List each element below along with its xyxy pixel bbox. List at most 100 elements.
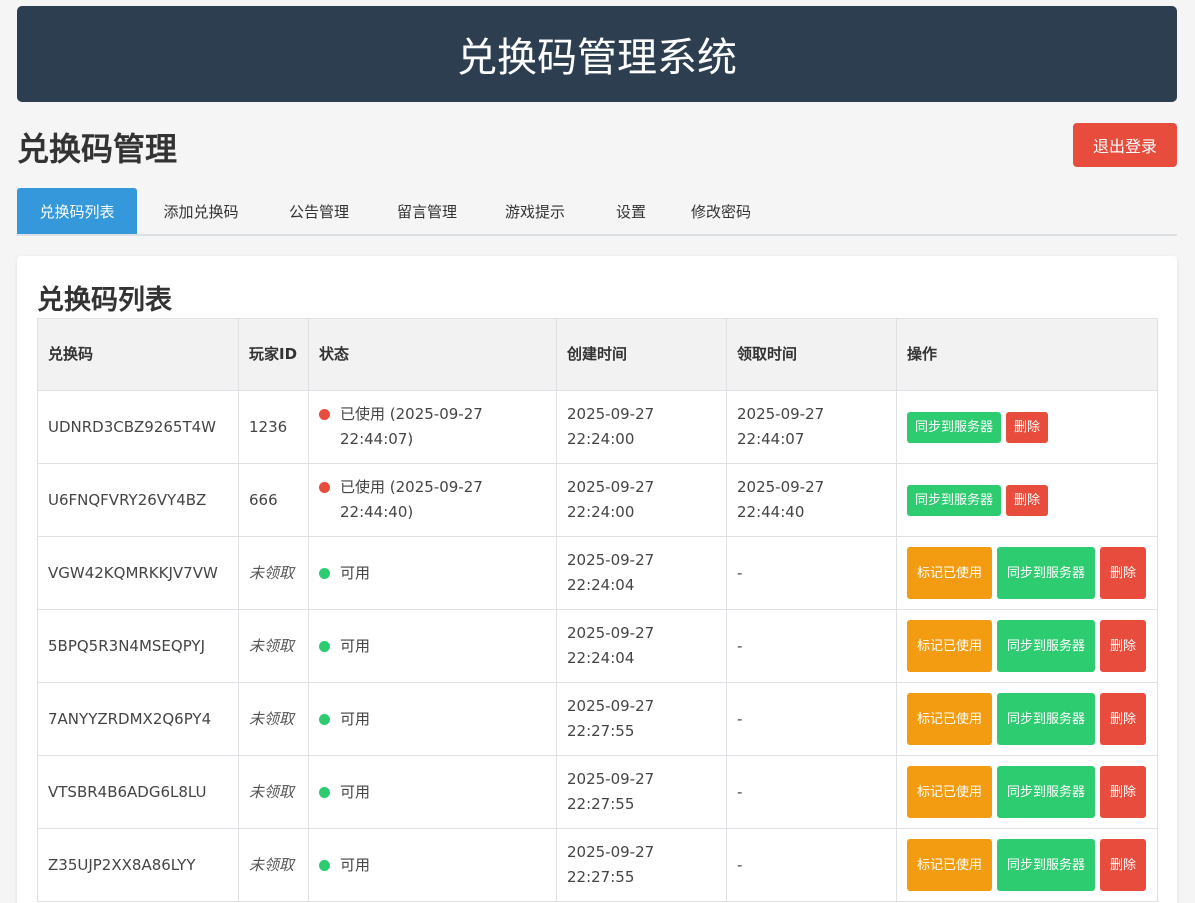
delete-button[interactable]: 删除 (1100, 547, 1146, 599)
code-cell: Z35UJP2XX8A86LYY (37, 828, 239, 902)
delete-button[interactable]: 删除 (1100, 693, 1146, 745)
col-player-id: 玩家ID (238, 318, 309, 391)
sync-button[interactable]: 同步到服务器 (907, 484, 1002, 516)
status-used-icon (319, 409, 330, 420)
status-text: 可用 (340, 855, 371, 874)
player-id-cell: 未领取 (238, 682, 309, 756)
created-cell: 2025-09-27 22:27:55 (556, 828, 727, 902)
status-cell: 可用 (308, 609, 557, 683)
status-text: 已使用 (2025-09-27 22:44:40) (340, 478, 483, 521)
delete-button[interactable]: 删除 (1100, 839, 1146, 891)
claimed-cell: 2025-09-27 22:44:40 (726, 463, 897, 537)
col-created: 创建时间 (556, 318, 727, 391)
claimed-cell: - (726, 828, 897, 902)
actions-cell: 标记已使用 同步到服务器 删除 (896, 682, 1158, 756)
status-text: 可用 (340, 563, 371, 582)
mark-used-button[interactable]: 标记已使用 (907, 766, 992, 818)
code-cell: U6FNQFVRY26VY4BZ (37, 463, 239, 537)
actions-cell: 标记已使用 同步到服务器 删除 (896, 609, 1158, 683)
mark-used-button[interactable]: 标记已使用 (907, 839, 992, 891)
code-cell: UDNRD3CBZ9265T4W (37, 390, 239, 464)
mark-used-button[interactable]: 标记已使用 (907, 693, 992, 745)
status-available-icon (319, 859, 330, 871)
sync-button[interactable]: 同步到服务器 (907, 411, 1002, 443)
table-row: U6FNQFVRY26VY4BZ 666 已使用 (2025-09-27 22:… (37, 463, 1158, 537)
created-cell: 2025-09-27 22:24:04 (556, 536, 727, 610)
app-banner: 兑换码管理系统 (17, 6, 1177, 102)
code-cell: 5BPQ5R3N4MSEQPYJ (37, 609, 239, 683)
page-title: 兑换码管理 (17, 130, 178, 168)
tab-game-tips[interactable]: 游戏提示 (487, 188, 583, 234)
tab-messages[interactable]: 留言管理 (379, 188, 475, 234)
col-status: 状态 (308, 318, 557, 391)
code-list-card: 兑换码列表 兑换码 玩家ID 状态 创建时间 领取时间 操作 UDNRD3CBZ… (17, 256, 1177, 903)
status-available-icon (319, 786, 330, 798)
app-title: 兑换码管理系统 (457, 35, 737, 81)
tab-bar: 兑换码列表 添加兑换码 公告管理 留言管理 游戏提示 设置 修改密码 (17, 188, 1177, 236)
table-row: UDNRD3CBZ9265T4W 1236 已使用 (2025-09-27 22… (37, 390, 1158, 464)
created-cell: 2025-09-27 22:27:55 (556, 755, 727, 829)
delete-button[interactable]: 删除 (1100, 620, 1146, 672)
actions-cell: 标记已使用 同步到服务器 删除 (896, 828, 1158, 902)
status-available-icon (319, 567, 330, 579)
mark-used-button[interactable]: 标记已使用 (907, 547, 992, 599)
player-id-cell: 未领取 (238, 609, 309, 683)
col-code: 兑换码 (37, 318, 239, 391)
col-claimed: 领取时间 (726, 318, 897, 391)
status-text: 可用 (340, 709, 371, 728)
actions-cell: 标记已使用 同步到服务器 删除 (896, 755, 1158, 829)
sync-button[interactable]: 同步到服务器 (997, 766, 1095, 818)
status-cell: 已使用 (2025-09-27 22:44:07) (308, 390, 557, 464)
status-used-icon (319, 482, 330, 493)
tab-settings[interactable]: 设置 (601, 188, 661, 234)
created-cell: 2025-09-27 22:24:04 (556, 609, 727, 683)
player-id-cell: 未领取 (238, 536, 309, 610)
delete-button[interactable]: 删除 (1100, 766, 1146, 818)
code-list-title: 兑换码列表 (37, 285, 172, 316)
logout-button[interactable]: 退出登录 (1073, 123, 1177, 167)
status-cell: 已使用 (2025-09-27 22:44:40) (308, 463, 557, 537)
claimed-cell: - (726, 609, 897, 683)
table-row: VTSBR4B6ADG6L8LU 未领取 可用 2025-09-27 22:27… (37, 755, 1158, 829)
status-available-icon (319, 713, 330, 725)
table-row: 5BPQ5R3N4MSEQPYJ 未领取 可用 2025-09-27 22:24… (37, 609, 1158, 683)
code-cell: VTSBR4B6ADG6L8LU (37, 755, 239, 829)
mark-used-button[interactable]: 标记已使用 (907, 620, 992, 672)
created-cell: 2025-09-27 22:27:55 (556, 682, 727, 756)
tab-announcements[interactable]: 公告管理 (271, 188, 367, 234)
actions-cell: 同步到服务器 删除 (896, 463, 1158, 537)
table-row: Z35UJP2XX8A86LYY 未领取 可用 2025-09-27 22:27… (37, 828, 1158, 902)
sync-button[interactable]: 同步到服务器 (997, 547, 1095, 599)
status-available-icon (319, 640, 330, 652)
actions-cell: 标记已使用 同步到服务器 删除 (896, 536, 1158, 610)
status-cell: 可用 (308, 755, 557, 829)
status-cell: 可用 (308, 828, 557, 902)
claimed-cell: - (726, 755, 897, 829)
sync-button[interactable]: 同步到服务器 (997, 620, 1095, 672)
player-id-cell: 1236 (238, 390, 309, 464)
status-text: 可用 (340, 636, 371, 655)
code-cell: 7ANYYZRDMX2Q6PY4 (37, 682, 239, 756)
player-id-cell: 未领取 (238, 828, 309, 902)
delete-button[interactable]: 删除 (1006, 484, 1049, 516)
claimed-cell: - (726, 682, 897, 756)
table-row: 7ANYYZRDMX2Q6PY4 未领取 可用 2025-09-27 22:27… (37, 682, 1158, 756)
sync-button[interactable]: 同步到服务器 (997, 693, 1095, 745)
delete-button[interactable]: 删除 (1006, 411, 1049, 443)
status-cell: 可用 (308, 536, 557, 610)
code-table: 兑换码 玩家ID 状态 创建时间 领取时间 操作 UDNRD3CBZ9265T4… (37, 318, 1158, 902)
player-id-cell: 未领取 (238, 755, 309, 829)
tab-code-list[interactable]: 兑换码列表 (17, 188, 137, 234)
actions-cell: 同步到服务器 删除 (896, 390, 1158, 464)
claimed-cell: 2025-09-27 22:44:07 (726, 390, 897, 464)
status-cell: 可用 (308, 682, 557, 756)
tab-add-code[interactable]: 添加兑换码 (143, 188, 259, 234)
tab-change-password[interactable]: 修改密码 (673, 188, 769, 234)
status-text: 已使用 (2025-09-27 22:44:07) (340, 405, 483, 448)
created-cell: 2025-09-27 22:24:00 (556, 463, 727, 537)
col-actions: 操作 (896, 318, 1158, 391)
status-text: 可用 (340, 782, 371, 801)
claimed-cell: - (726, 536, 897, 610)
sync-button[interactable]: 同步到服务器 (997, 839, 1095, 891)
player-id-cell: 666 (238, 463, 309, 537)
